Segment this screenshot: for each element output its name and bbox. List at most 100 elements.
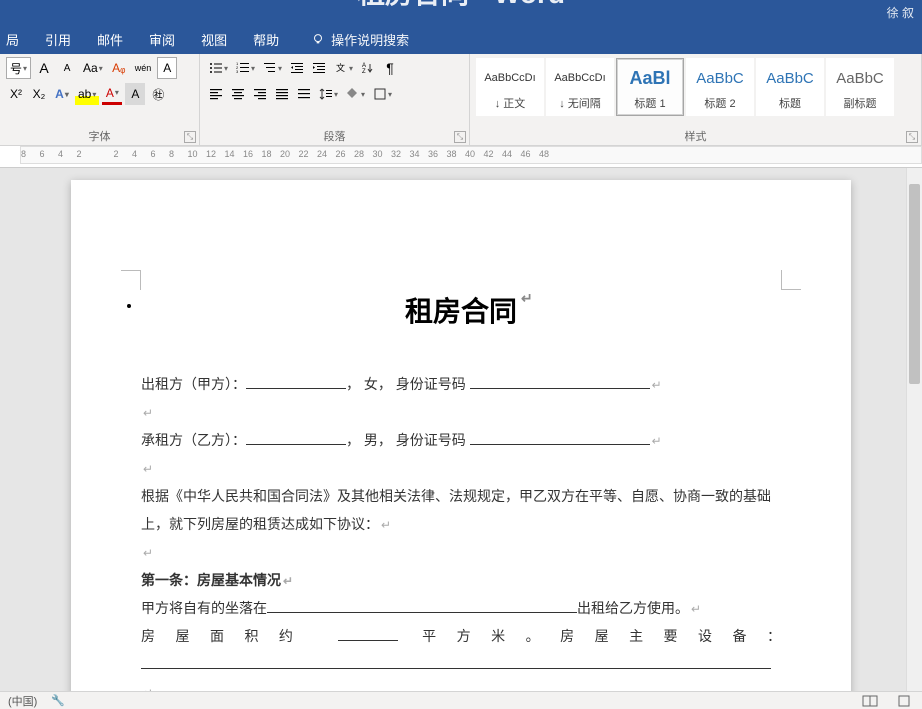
cursor-indicator	[127, 304, 131, 308]
style-normal[interactable]: AaBbCcDı↓ 正文	[476, 58, 544, 116]
margin-corner-tr	[781, 270, 801, 290]
asian-layout-button[interactable]: 文▾	[331, 57, 356, 79]
ruler-tick: 10	[188, 149, 198, 159]
highlight-button[interactable]: ab▾	[75, 83, 99, 105]
decrease-indent-button[interactable]	[287, 57, 307, 79]
increase-indent-button[interactable]	[309, 57, 329, 79]
text-effects-button[interactable]: A▾	[52, 83, 72, 105]
align-justify-button[interactable]	[272, 83, 292, 105]
paragraph-empty-3[interactable]: ↵	[141, 538, 781, 566]
title-bar: 租房合同 - Word 徐 叙	[0, 0, 922, 24]
margin-corner-tl	[121, 270, 141, 290]
align-center-button[interactable]	[228, 83, 248, 105]
sort-button[interactable]: AZ	[358, 57, 378, 79]
user-name[interactable]: 徐 叙	[887, 4, 914, 21]
paragraph-lessor[interactable]: 出租方（甲方）：， 女， 身份证号码 ↵	[141, 370, 781, 398]
ruler-tick: 2	[77, 149, 82, 159]
styles-dialog-launcher[interactable]: ⤡	[906, 131, 918, 143]
phonetic-guide-button[interactable]: wén	[132, 57, 155, 79]
ruler-tick: 20	[280, 149, 290, 159]
styles-group-label: 样式	[470, 128, 921, 144]
ruler-tick: 4	[132, 149, 137, 159]
shrink-font-button[interactable]: A	[57, 57, 77, 79]
bullets-button[interactable]: ▾	[206, 57, 231, 79]
style-title[interactable]: AaBbC标题	[756, 58, 824, 116]
character-shading-button[interactable]: A	[125, 83, 145, 105]
align-left-button[interactable]	[206, 83, 226, 105]
line-spacing-button[interactable]: ▾	[316, 83, 341, 105]
ruler-tick: 4	[58, 149, 63, 159]
superscript-button[interactable]: X²	[6, 83, 26, 105]
tab-view[interactable]: 视图	[199, 26, 229, 53]
style-no-spacing[interactable]: AaBbCcDı↓ 无间隔	[546, 58, 614, 116]
accessibility-indicator[interactable]: 🔧	[51, 694, 65, 707]
font-size-dropdown[interactable]: 号▾	[6, 57, 31, 79]
vertical-scrollbar[interactable]	[906, 168, 922, 691]
font-color-button[interactable]: A▾	[102, 83, 122, 105]
shading-button[interactable]: ▾	[343, 83, 368, 105]
paragraph-blank[interactable]: ↵	[141, 650, 781, 691]
font-dialog-launcher[interactable]: ⤡	[184, 131, 196, 143]
scrollbar-thumb[interactable]	[909, 184, 920, 384]
paragraph-location[interactable]: 甲方将自有的坐落在出租给乙方使用。↵	[141, 594, 781, 622]
language-indicator[interactable]: (中国)	[8, 693, 37, 709]
tell-me-search[interactable]: 操作说明搜索	[311, 30, 409, 49]
ruler-tick: 8	[21, 149, 26, 159]
document-title: 租房合同 - Word	[357, 0, 565, 12]
ruler-tick: 24	[317, 149, 327, 159]
show-paragraph-marks-button[interactable]: ¶	[380, 57, 400, 79]
subscript-button[interactable]: X₂	[29, 83, 49, 105]
ruler-tick: 44	[502, 149, 512, 159]
ruler-tick: 40	[465, 149, 475, 159]
tab-references[interactable]: 引用	[43, 26, 73, 53]
multilevel-list-button[interactable]: ▾	[260, 57, 285, 79]
tab-layout[interactable]: 局	[4, 26, 21, 53]
doc-heading[interactable]: 租房合同↵	[141, 290, 781, 330]
ruler-tick: 22	[299, 149, 309, 159]
clear-formatting-button[interactable]: Aᵩ	[109, 57, 129, 79]
ruler[interactable]: 8642246810121416182022242628303234363840…	[0, 146, 922, 168]
align-right-button[interactable]	[250, 83, 270, 105]
paragraph-article-1[interactable]: 第一条：房屋基本情况↵	[141, 566, 781, 594]
numbering-button[interactable]: 123▾	[233, 57, 258, 79]
tell-me-label: 操作说明搜索	[331, 30, 409, 49]
ruler-tick: 34	[410, 149, 420, 159]
style-subtitle[interactable]: AaBbC副标题	[826, 58, 894, 116]
distributed-button[interactable]	[294, 83, 314, 105]
paragraph-lessee[interactable]: 承租方（乙方）：， 男， 身份证号码 ↵	[141, 426, 781, 454]
ruler-tick: 48	[539, 149, 549, 159]
ruler-tick: 32	[391, 149, 401, 159]
styles-gallery: AaBbCcDı↓ 正文 AaBbCcDı↓ 无间隔 AaBl标题 1 AaBb…	[476, 58, 915, 116]
style-heading-2[interactable]: AaBbC标题 2	[686, 58, 754, 116]
ruler-tick: 42	[484, 149, 494, 159]
enclose-characters-button[interactable]: ㊓	[148, 83, 168, 105]
ruler-tick: 36	[428, 149, 438, 159]
ruler-tick: 18	[262, 149, 272, 159]
paragraph-area[interactable]: 房屋面积约 平方米。房屋主要设备：	[141, 622, 781, 650]
ruler-tick: 2	[114, 149, 119, 159]
paragraph-empty[interactable]: ↵	[141, 398, 781, 426]
font-group: 号▾ A A Aa▾ Aᵩ wén A X² X₂ A▾ ab▾ A▾ A ㊓ …	[0, 54, 200, 145]
ruler-tick: 6	[151, 149, 156, 159]
ruler-tick: 26	[336, 149, 346, 159]
borders-button[interactable]: ▾	[370, 83, 395, 105]
document-area[interactable]: 租房合同↵ 出租方（甲方）：， 女， 身份证号码 ↵ ↵ 承租方（乙方）：， 男…	[0, 168, 922, 691]
print-layout-button[interactable]	[894, 694, 914, 708]
grow-font-button[interactable]: A	[34, 57, 54, 79]
tab-mailings[interactable]: 邮件	[95, 26, 125, 53]
tab-review[interactable]: 审阅	[147, 26, 177, 53]
ruler-tick: 8	[169, 149, 174, 159]
style-heading-1[interactable]: AaBl标题 1	[616, 58, 684, 116]
read-mode-button[interactable]	[860, 694, 880, 708]
change-case-button[interactable]: Aa▾	[80, 57, 106, 79]
tab-help[interactable]: 帮助	[251, 26, 281, 53]
paragraph-dialog-launcher[interactable]: ⤡	[454, 131, 466, 143]
font-group-label: 字体	[0, 128, 199, 144]
paragraph-empty-2[interactable]: ↵	[141, 454, 781, 482]
character-border-button[interactable]: A	[157, 57, 177, 79]
paragraph-intro[interactable]: 根据《中华人民共和国合同法》及其他相关法律、法规规定，甲乙双方在平等、自愿、协商…	[141, 482, 781, 538]
svg-text:文: 文	[336, 62, 345, 73]
ruler-tick: 38	[447, 149, 457, 159]
status-bar: (中国) 🔧	[0, 691, 922, 709]
paragraph-group-label: 段落	[200, 128, 469, 144]
